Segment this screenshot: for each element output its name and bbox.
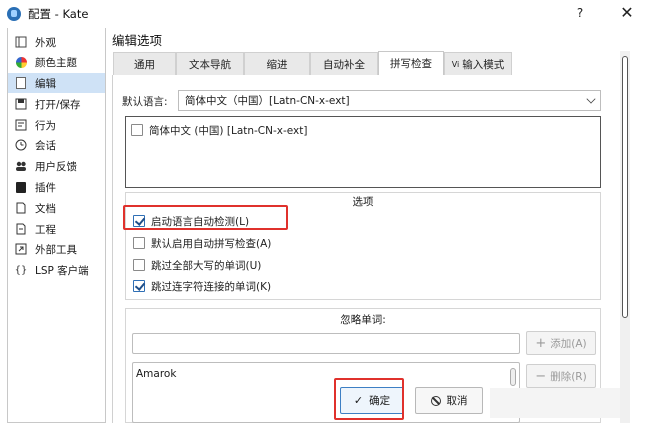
help-button[interactable]: ? bbox=[573, 6, 587, 20]
list-item[interactable]: Amarok bbox=[136, 368, 176, 380]
sidebar-item-label: 编辑 bbox=[35, 77, 56, 90]
sidebar-item-documents[interactable]: 文档 bbox=[8, 198, 105, 218]
sidebar-item-color-theme[interactable]: 颜色主题 bbox=[8, 52, 105, 72]
language-item-label: 简体中文 (中国) [Latn-CN-x-ext] bbox=[149, 125, 308, 137]
sidebar-item-open-save[interactable]: 打开/保存 bbox=[8, 94, 105, 114]
sidebar-item-projects[interactable]: 工程 bbox=[8, 219, 105, 239]
auto-spellcheck-label[interactable]: 默认启用自动拼写检查(A) bbox=[151, 236, 271, 251]
sidebar-item-label: 用户反馈 bbox=[35, 160, 77, 173]
add-word-label: 添加(A) bbox=[550, 337, 587, 350]
cancel-icon bbox=[430, 395, 441, 406]
skip-uppercase-checkbox[interactable] bbox=[133, 259, 145, 271]
tab-label: 输入模式 bbox=[462, 58, 505, 71]
language-checkbox[interactable] bbox=[131, 124, 143, 136]
sidebar-item-label: 会话 bbox=[35, 139, 56, 152]
tab-input-mode[interactable]: Vi 输入模式 bbox=[444, 52, 512, 75]
default-language-label: 默认语言: bbox=[122, 96, 168, 108]
auto-spellcheck-checkbox[interactable] bbox=[133, 237, 145, 249]
sidebar-item-label: 工程 bbox=[35, 223, 56, 236]
project-icon bbox=[15, 223, 27, 235]
sidebar-item-label: LSP 客户端 bbox=[35, 264, 89, 277]
sidebar-item-behavior[interactable]: 行为 bbox=[8, 115, 105, 135]
ignore-word-input[interactable] bbox=[132, 333, 520, 354]
highlight-box-option bbox=[123, 205, 288, 230]
title-bar: 配置 - Kate bbox=[0, 0, 650, 28]
kate-app-icon bbox=[7, 7, 21, 21]
cancel-button[interactable]: 取消 bbox=[415, 387, 483, 414]
edit-document-icon bbox=[15, 77, 27, 89]
sidebar-item-appearance[interactable]: 外观 bbox=[8, 32, 105, 52]
tab-autocompletion[interactable]: 自动补全 bbox=[310, 52, 378, 75]
document-save-icon bbox=[15, 98, 27, 110]
sidebar-item-label: 插件 bbox=[35, 181, 56, 194]
sidebar-item-external-tools[interactable]: 外部工具 bbox=[8, 239, 105, 259]
sidebar-item-label: 行为 bbox=[35, 119, 56, 132]
minus-icon: − bbox=[535, 368, 547, 384]
tab-general[interactable]: 通用 bbox=[113, 52, 176, 75]
document-icon bbox=[15, 202, 27, 214]
plugin-icon bbox=[15, 181, 27, 193]
window-title: 配置 - Kate bbox=[28, 7, 89, 21]
highlight-box-ok bbox=[334, 378, 404, 420]
ignore-words-title: 忽略单词: bbox=[340, 314, 386, 326]
sidebar-item-label: 外观 bbox=[35, 36, 56, 49]
hidden-button-area bbox=[490, 388, 620, 418]
sidebar-item-label: 文档 bbox=[35, 202, 56, 215]
add-word-button[interactable]: + 添加(A) bbox=[526, 331, 596, 355]
appearance-icon bbox=[15, 36, 27, 48]
sidebar-item-label: 打开/保存 bbox=[35, 98, 81, 111]
chevron-down-icon bbox=[586, 94, 596, 104]
tab-indentation[interactable]: 缩进 bbox=[244, 52, 310, 75]
plus-icon: + bbox=[535, 335, 547, 351]
list-scrollbar[interactable] bbox=[510, 368, 516, 386]
sidebar-item-sessions[interactable]: 会话 bbox=[8, 135, 105, 155]
palette-icon bbox=[15, 56, 27, 68]
default-language-select[interactable]: 简体中文（中国）[Latn-CN-x-ext] bbox=[178, 90, 601, 111]
skip-hyphenated-label[interactable]: 跳过连字符连接的单词(K) bbox=[151, 279, 271, 294]
close-button[interactable]: ✕ bbox=[617, 4, 637, 22]
remove-word-button[interactable]: − 删除(R) bbox=[526, 364, 596, 388]
scrollbar-thumb[interactable] bbox=[622, 56, 628, 318]
tab-bar: 通用 文本导航 缩进 自动补全 拼写检查 Vi 输入模式 bbox=[112, 51, 642, 75]
sidebar: 外观 颜色主题 编辑 打开/保存 行为 会话 用户反馈 插件 文档 工程 外部工… bbox=[7, 28, 106, 423]
sidebar-item-user-feedback[interactable]: 用户反馈 bbox=[8, 156, 105, 176]
tab-text-navigation[interactable]: 文本导航 bbox=[176, 52, 244, 75]
users-icon bbox=[15, 160, 27, 172]
tab-spellcheck[interactable]: 拼写检查 bbox=[378, 51, 444, 75]
sidebar-item-lsp-client[interactable]: {} LSP 客户端 bbox=[8, 260, 105, 280]
skip-hyphenated-checkbox[interactable] bbox=[133, 280, 145, 292]
skip-uppercase-label[interactable]: 跳过全部大写的单词(U) bbox=[151, 258, 261, 273]
vi-icon: Vi bbox=[451, 59, 460, 69]
sidebar-item-label: 颜色主题 bbox=[35, 56, 77, 69]
remove-word-label: 删除(R) bbox=[550, 370, 587, 383]
language-list: 简体中文 (中国) [Latn-CN-x-ext] bbox=[125, 116, 601, 188]
clock-icon bbox=[15, 139, 27, 151]
sidebar-item-label: 外部工具 bbox=[35, 243, 77, 256]
braces-icon: {} bbox=[14, 264, 28, 276]
sidebar-item-edit[interactable]: 编辑 bbox=[8, 73, 105, 93]
external-tools-icon bbox=[15, 243, 27, 255]
page-title: 编辑选项 bbox=[112, 33, 163, 48]
sidebar-item-plugins[interactable]: 插件 bbox=[8, 177, 105, 197]
behavior-icon bbox=[15, 119, 27, 131]
default-language-value: 简体中文（中国）[Latn-CN-x-ext] bbox=[185, 95, 350, 107]
cancel-label: 取消 bbox=[446, 395, 468, 407]
